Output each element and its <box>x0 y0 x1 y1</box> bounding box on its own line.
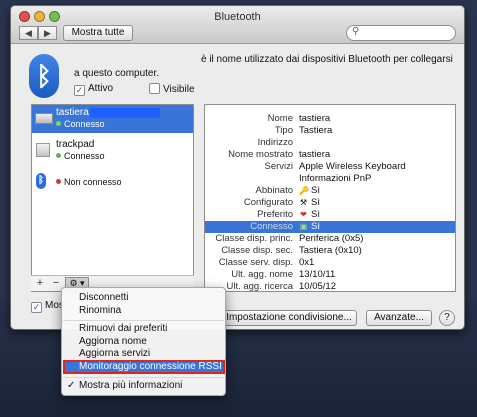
key-icon: 🔑 <box>299 186 309 195</box>
device-list: tastiera Connesso trackpad Connesso ᛒ No… <box>31 104 194 292</box>
menu-item-label: Mostra più informazioni <box>79 380 183 391</box>
info-row: Tipo Tastiera <box>274 125 333 136</box>
device-item-tastiera[interactable]: tastiera Connesso <box>32 105 193 133</box>
device-status: Connesso <box>56 119 105 129</box>
info-row: Configurato ⚒ Sì <box>243 197 320 208</box>
window-title: Bluetooth <box>214 11 261 23</box>
info-row: Ult. agg. ricerca 10/05/12 <box>226 281 336 292</box>
device-name: tastiera <box>56 107 89 118</box>
title-bar: Bluetooth ◀ ▶ Mostra tutte ⚲ <box>11 6 464 44</box>
info-row: Ult. agg. nome 13/10/11 <box>231 269 336 280</box>
info-row: Abbinato 🔑 Sì <box>255 185 320 196</box>
menu-separator <box>63 320 224 321</box>
gear-context-menu: Disconnetti Rinomina Rimuovi dai preferi… <box>61 287 226 396</box>
device-item-unknown[interactable]: ᛒ Non connesso <box>32 167 193 195</box>
search-input[interactable]: ⚲ <box>346 25 456 41</box>
redacted-block <box>90 108 160 118</box>
checkmark-icon: ✓ <box>67 380 76 391</box>
show-all-button[interactable]: Mostra tutte <box>63 25 133 41</box>
checkbox-checked-icon: ✓ <box>31 302 42 313</box>
info-row: Informazioni PnP <box>299 173 372 184</box>
menu-item-more-info[interactable]: ✓ Mostra più informazioni <box>62 380 225 392</box>
description-line-1: è il nome utilizzato dai dispositivi Blu… <box>201 54 453 65</box>
info-row: Servizi Apple Wireless Keyboard <box>264 161 406 172</box>
info-row: Classe disp. princ. Periferica (0x5) <box>215 233 364 244</box>
info-row: Classe disp. sec. Tastiera (0x10) <box>221 245 362 256</box>
info-row-selected: Connesso ▣ Sì <box>205 221 455 233</box>
checkbox-checked-icon: ✓ <box>74 85 85 96</box>
sharing-setup-button[interactable]: Impostazione condivisione... <box>221 310 357 326</box>
device-status: Connesso <box>56 151 105 161</box>
status-dot-icon <box>56 121 61 126</box>
description-line-2: a questo computer. <box>74 68 160 79</box>
info-row: Preferito ❤ Sì <box>257 209 320 220</box>
bluetooth-window: Bluetooth ◀ ▶ Mostra tutte ⚲ ᛒ è il nome… <box>10 5 465 330</box>
device-name: trackpad <box>56 139 95 150</box>
menu-item-update-services[interactable]: Aggiorna servizi <box>62 348 225 360</box>
keyboard-icon <box>35 113 53 124</box>
menu-separator <box>63 377 224 378</box>
device-item-trackpad[interactable]: trackpad Connesso <box>32 137 193 165</box>
attivo-label: Attivo <box>88 83 114 94</box>
connected-icon: ▣ <box>299 222 308 231</box>
back-button[interactable]: ◀ <box>19 26 38 40</box>
bluetooth-device-icon: ᛒ <box>36 173 46 189</box>
info-row: Nome tastiera <box>267 113 331 124</box>
attivo-checkbox[interactable]: ✓ Attivo <box>74 83 113 96</box>
help-button[interactable]: ? <box>439 310 455 326</box>
add-device-button[interactable]: + <box>33 277 47 290</box>
bluetooth-icon: ᛒ <box>29 54 59 98</box>
menu-item-remove-favorite[interactable]: Rimuovi dai preferiti <box>62 323 225 335</box>
status-dot-icon <box>56 179 61 184</box>
visibile-label: Visibile <box>163 84 195 95</box>
trackpad-icon <box>36 143 50 157</box>
info-row: Indirizzo <box>257 137 293 148</box>
device-status: Non connesso <box>56 177 122 187</box>
search-icon: ⚲ <box>352 26 360 37</box>
tools-icon: ⚒ <box>299 198 308 207</box>
menu-item-rename[interactable]: Rinomina <box>62 305 225 317</box>
heart-icon: ❤ <box>300 210 307 219</box>
menu-item-rssi-monitor[interactable]: Monitoraggio connessione RSSI <box>62 361 225 373</box>
info-row: Nome mostrato tastiera <box>228 149 331 160</box>
menu-item-disconnect[interactable]: Disconnetti <box>62 292 225 304</box>
visibile-checkbox[interactable]: Visibile <box>149 83 195 95</box>
device-info-panel: Nome tastiera Tipo Tastiera Indirizzo Nome… <box>204 104 456 292</box>
forward-button[interactable]: ▶ <box>38 26 57 40</box>
menu-item-update-name[interactable]: Aggiorna nome <box>62 336 225 348</box>
status-dot-icon <box>56 153 61 158</box>
advanced-button[interactable]: Avanzate... <box>366 310 432 326</box>
info-row: Classe serv. disp. 0x1 <box>218 257 315 268</box>
checkbox-unchecked-icon <box>149 83 160 94</box>
